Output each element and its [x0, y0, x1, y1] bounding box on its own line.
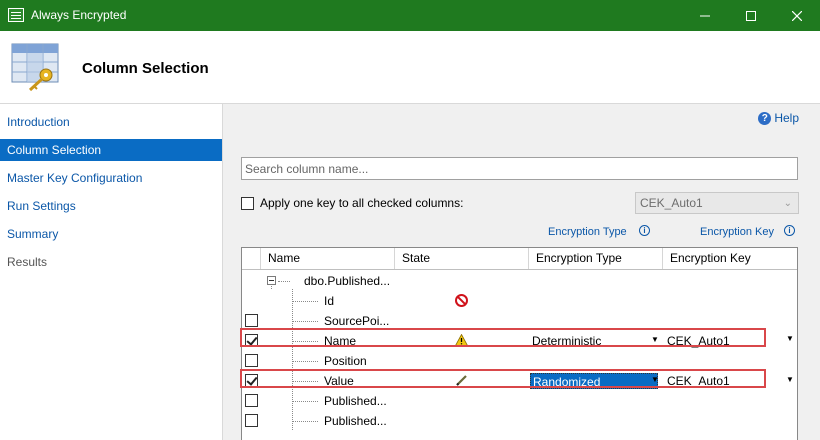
- table-row: Position: [242, 351, 797, 371]
- close-icon: [792, 10, 802, 21]
- wizard-nav: Introduction Column Selection Master Key…: [0, 104, 222, 440]
- chevron-down-icon[interactable]: ▼: [785, 375, 795, 384]
- encryption-key-select[interactable]: CEK_Auto1: [667, 374, 730, 388]
- chevron-down-icon[interactable]: ▼: [651, 335, 659, 344]
- column-header-encryption-type[interactable]: Encryption Type: [529, 248, 663, 269]
- encryption-key-select[interactable]: CEK_Auto1: [667, 334, 730, 348]
- table-node-row: dbo.Published...: [242, 271, 797, 291]
- help-icon: ?: [758, 111, 772, 125]
- chevron-down-icon[interactable]: ▼: [785, 334, 795, 343]
- column-name: Position: [324, 354, 367, 368]
- grid-header-checkbox-col: [242, 248, 261, 269]
- blocked-icon: [455, 294, 468, 307]
- encryption-type-select[interactable]: Deterministic: [530, 333, 658, 349]
- window-title: Always Encrypted: [31, 8, 127, 22]
- apply-key-value: CEK_Auto1: [640, 196, 703, 210]
- column-grid: Name State Encryption Type Encryption Ke…: [241, 247, 798, 440]
- info-icon[interactable]: i: [784, 225, 795, 236]
- close-button[interactable]: [774, 0, 820, 31]
- tree-connector: [278, 281, 290, 282]
- main-panel: ? Help Apply one key to all checked colu…: [222, 104, 820, 440]
- row-checkbox[interactable]: [245, 414, 258, 427]
- tree-connector: [293, 381, 318, 382]
- apply-one-key-label: Apply one key to all checked columns:: [260, 196, 464, 210]
- help-link[interactable]: ? Help: [758, 111, 799, 125]
- tree-connector: [293, 421, 318, 422]
- apply-key-select: CEK_Auto1 ⌄: [635, 192, 799, 214]
- table-row: Id: [242, 291, 797, 311]
- column-name: Name: [324, 334, 357, 348]
- warning-icon: [455, 334, 468, 346]
- column-name: SourcePoi...: [324, 314, 390, 328]
- encryption-type-select[interactable]: Randomized: [530, 373, 658, 389]
- tree-connector: [293, 361, 318, 362]
- tree-connector: [293, 321, 318, 322]
- nav-item-results: Results: [7, 255, 48, 269]
- minimize-button[interactable]: [682, 0, 728, 31]
- row-checkbox[interactable]: [245, 314, 258, 327]
- search-input[interactable]: [241, 157, 798, 180]
- info-icon[interactable]: i: [639, 225, 650, 236]
- nav-item-master-key-configuration[interactable]: Master Key Configuration: [0, 167, 222, 189]
- nav-item-column-selection[interactable]: Column Selection: [0, 139, 222, 161]
- column-name: Published...: [324, 394, 387, 408]
- title-bar: Always Encrypted: [0, 0, 820, 31]
- chevron-down-icon: ⌄: [783, 198, 792, 209]
- row-checkbox[interactable]: [245, 374, 258, 387]
- row-checkbox[interactable]: [245, 334, 258, 347]
- encryption-type-label: Encryption Type: [548, 226, 627, 238]
- table-row: Name Deterministic ▼ CEK_Auto1: [242, 331, 797, 351]
- table-key-icon: [11, 43, 59, 92]
- nav-item-introduction[interactable]: Introduction: [0, 111, 222, 133]
- row-checkbox[interactable]: [245, 394, 258, 407]
- wizard-header: Column Selection: [0, 31, 820, 104]
- apply-one-key-checkbox[interactable]: [241, 196, 254, 210]
- column-name: Value: [324, 374, 354, 388]
- apply-one-key-row: Apply one key to all checked columns:: [241, 196, 463, 210]
- column-name: Id: [324, 294, 335, 308]
- table-row: Value Randomized ▼ CEK_Auto1: [242, 371, 797, 391]
- nav-item-summary[interactable]: Summary: [0, 223, 222, 245]
- minimize-icon: [700, 15, 710, 16]
- tree-connector: [293, 401, 318, 402]
- tree-connector: [293, 341, 318, 342]
- chevron-down-icon[interactable]: ▼: [651, 375, 659, 384]
- table-node-label: dbo.Published...: [304, 274, 391, 288]
- table-row: SourcePoi...: [242, 311, 797, 331]
- page-title: Column Selection: [82, 60, 209, 77]
- row-checkbox[interactable]: [245, 354, 258, 367]
- column-header-name[interactable]: Name: [261, 248, 395, 269]
- maximize-icon: [746, 10, 756, 21]
- table-row: Published...: [242, 411, 797, 431]
- column-header-encryption-key[interactable]: Encryption Key: [663, 248, 797, 269]
- grid-header: Name State Encryption Type Encryption Ke…: [242, 248, 797, 270]
- column-header-state[interactable]: State: [395, 248, 529, 269]
- nav-item-run-settings[interactable]: Run Settings: [0, 195, 222, 217]
- table-row: Published...: [242, 391, 797, 411]
- tree-connector: [293, 301, 318, 302]
- help-label: Help: [774, 111, 799, 125]
- column-name: Published...: [324, 414, 387, 428]
- collapse-icon[interactable]: [267, 276, 276, 285]
- encryption-key-label: Encryption Key: [700, 226, 774, 238]
- app-icon: [8, 8, 24, 22]
- pencil-icon: [456, 375, 467, 386]
- maximize-button[interactable]: [728, 0, 774, 31]
